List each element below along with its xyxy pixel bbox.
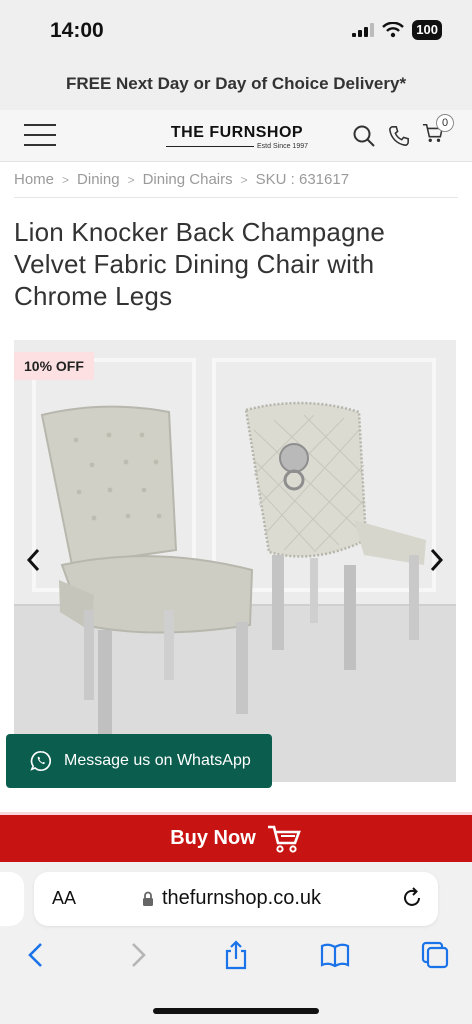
header-actions: 0	[352, 114, 454, 149]
breadcrumb-home[interactable]: Home	[14, 171, 54, 188]
back-icon[interactable]	[22, 940, 52, 970]
search-icon[interactable]	[352, 124, 376, 148]
product-gallery[interactable]: 10% OFF	[14, 340, 456, 782]
cellular-signal-icon	[352, 23, 375, 37]
whatsapp-icon	[30, 751, 51, 771]
battery-indicator: 100	[412, 20, 442, 40]
forward-icon[interactable]	[122, 940, 152, 970]
cart-count-badge: 0	[436, 114, 454, 132]
bookmarks-icon[interactable]	[320, 940, 350, 970]
phone-icon[interactable]	[388, 125, 410, 147]
product-page: Home > Dining > Dining Chairs > SKU : 63…	[0, 162, 472, 812]
breadcrumb: Home > Dining > Dining Chairs > SKU : 63…	[14, 170, 458, 198]
cart-button[interactable]: 0	[422, 114, 454, 149]
menu-icon[interactable]	[24, 124, 56, 148]
buy-now-label: Buy Now	[170, 827, 256, 849]
share-icon[interactable]	[221, 940, 251, 970]
breadcrumb-dining[interactable]: Dining	[77, 171, 120, 188]
browser-chrome: AA thefurnshop.co.uk	[0, 862, 472, 1024]
breadcrumb-separator: >	[240, 172, 248, 187]
whatsapp-label: Message us on WhatsApp	[64, 752, 251, 769]
buy-now-button[interactable]: Buy Now	[0, 812, 472, 862]
previous-tab-preview[interactable]	[0, 872, 24, 926]
reload-icon[interactable]	[400, 886, 424, 910]
cart-icon	[267, 825, 301, 853]
breadcrumb-separator: >	[127, 172, 135, 187]
breadcrumb-separator: >	[62, 172, 70, 187]
status-bar: 14:00 100	[0, 0, 472, 62]
home-indicator[interactable]	[153, 1008, 319, 1014]
promo-banner[interactable]: FREE Next Day or Day of Choice Delivery*	[0, 62, 472, 110]
url-text: thefurnshop.co.uk	[162, 887, 321, 909]
status-time: 14:00	[50, 19, 104, 42]
site-header: THE FURNSHOP Estd Since 1997 0	[0, 110, 472, 162]
chevron-right-icon[interactable]	[426, 545, 446, 575]
tabs-icon[interactable]	[420, 940, 450, 970]
product-image	[14, 340, 456, 782]
chevron-left-icon[interactable]	[24, 545, 44, 575]
status-icons: 100	[352, 20, 442, 40]
browser-toolbar	[0, 940, 472, 980]
site-logo[interactable]: THE FURNSHOP Estd Since 1997	[166, 124, 308, 150]
logo-name: THE FURNSHOP	[170, 124, 304, 141]
wifi-icon	[382, 22, 405, 38]
reader-aa-button[interactable]: AA	[52, 888, 76, 909]
discount-badge: 10% OFF	[14, 352, 94, 380]
breadcrumb-dining-chairs[interactable]: Dining Chairs	[143, 171, 233, 188]
breadcrumb-sku: SKU : 631617	[255, 171, 350, 188]
address-bar[interactable]: AA thefurnshop.co.uk	[34, 872, 438, 926]
url-display[interactable]: thefurnshop.co.uk	[142, 887, 321, 910]
product-title: Lion Knocker Back Champagne Velvet Fabri…	[14, 217, 386, 311]
lock-icon	[143, 891, 153, 906]
logo-tagline: Estd Since 1997	[257, 143, 308, 150]
whatsapp-button[interactable]: Message us on WhatsApp	[6, 734, 272, 788]
